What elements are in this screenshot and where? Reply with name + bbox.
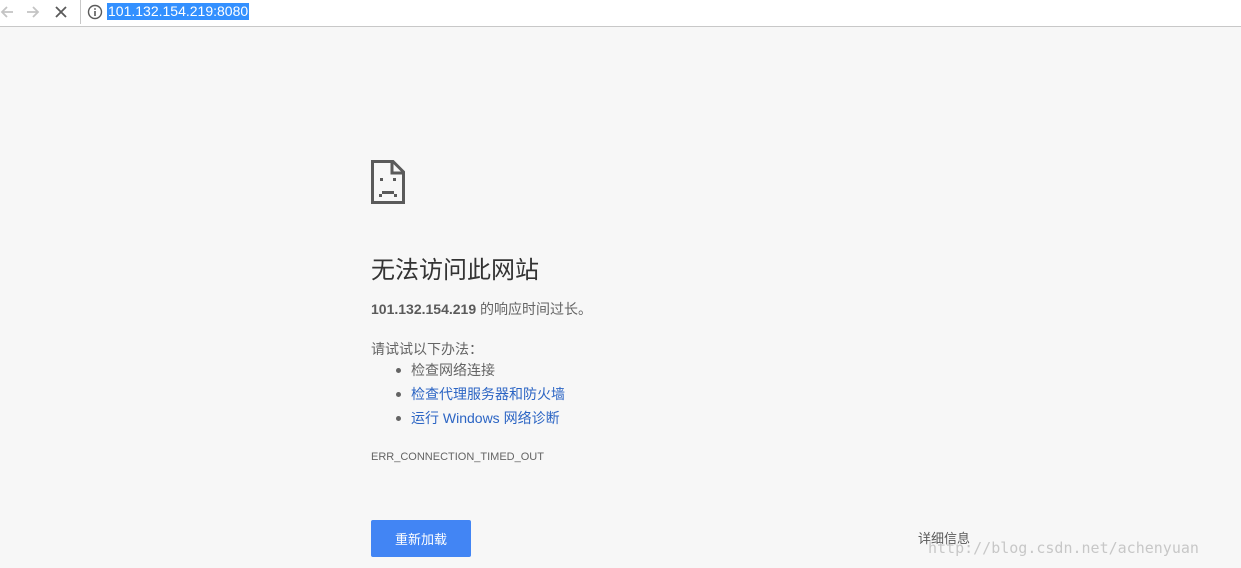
bullet-icon <box>396 416 401 421</box>
bullet-icon <box>396 392 401 397</box>
suggestion-check-proxy-link[interactable]: 检查代理服务器和防火墙 <box>411 386 565 402</box>
suggestions-list: 检查网络连接 检查代理服务器和防火墙 运行 Windows 网络诊断 <box>371 360 565 432</box>
address-text[interactable]: 101.132.154.219:8080 <box>107 3 250 20</box>
back-button[interactable] <box>0 2 17 22</box>
error-code: ERR_CONNECTION_TIMED_OUT <box>371 451 544 463</box>
list-item: 运行 Windows 网络诊断 <box>371 408 565 432</box>
list-item: 检查代理服务器和防火墙 <box>371 384 565 408</box>
address-bar[interactable]: 101.132.154.219:8080 <box>80 0 1241 24</box>
summary-text: 的响应时间过长。 <box>476 301 592 317</box>
arrow-right-icon <box>27 6 40 18</box>
browser-toolbar: 101.132.154.219:8080 <box>0 0 1241 27</box>
suggestion-network-diagnostics-link[interactable]: 运行 Windows 网络诊断 <box>411 410 560 426</box>
sad-page-icon <box>371 160 405 204</box>
info-icon[interactable] <box>87 4 103 20</box>
page-title: 无法访问此网站 <box>371 257 539 284</box>
host-name: 101.132.154.219 <box>371 301 477 317</box>
suggestion-check-network: 检查网络连接 <box>411 362 495 378</box>
list-item: 检查网络连接 <box>371 360 565 384</box>
suggestions-title: 请试试以下办法： <box>371 341 483 357</box>
bullet-icon <box>396 368 401 373</box>
arrow-left-icon <box>0 6 13 18</box>
error-summary: 101.132.154.219 的响应时间过长。 <box>371 299 592 319</box>
stop-button[interactable] <box>51 2 71 22</box>
watermark: http://blog.csdn.net/achenyuan <box>928 539 1199 557</box>
close-icon <box>55 6 67 18</box>
reload-button[interactable]: 重新加载 <box>371 520 471 557</box>
forward-button[interactable] <box>23 2 43 22</box>
